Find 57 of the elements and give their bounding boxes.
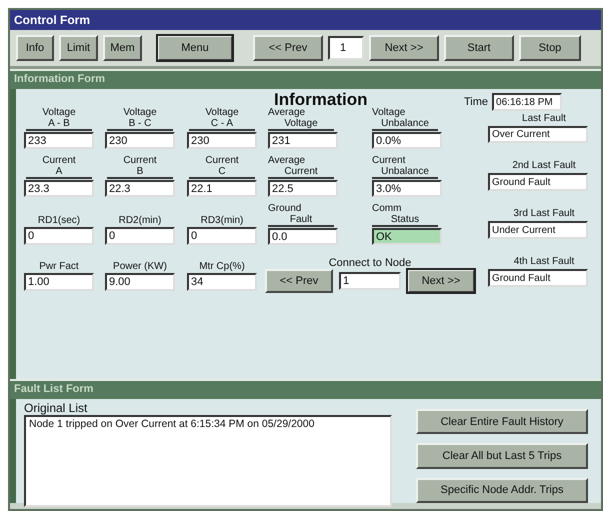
value-field[interactable]: 231 bbox=[268, 132, 338, 149]
next-button[interactable]: Next >> bbox=[407, 269, 475, 293]
window-title: Control Form bbox=[10, 10, 601, 30]
value-field[interactable]: 230 bbox=[105, 132, 175, 149]
value-field[interactable]: 0 bbox=[24, 227, 94, 245]
value-field[interactable]: 9.00 bbox=[105, 273, 175, 291]
fault-field[interactable]: Over Current bbox=[488, 126, 588, 143]
value-field[interactable]: 23.3 bbox=[24, 180, 94, 197]
list-label: Original List bbox=[24, 401, 88, 415]
fault-field[interactable]: Ground Fault bbox=[488, 269, 588, 287]
value-field[interactable]: 22.1 bbox=[187, 180, 257, 197]
fault-label: 4th Last Fault bbox=[514, 256, 574, 267]
value-field[interactable]: 22.3 bbox=[105, 180, 175, 197]
list-item[interactable]: Node 1 tripped on Over Current at 6:15:34 PM on 05/29/2000 bbox=[29, 418, 387, 430]
field-label: Mtr Cp(%) bbox=[198, 261, 246, 272]
fault-label: 3rd Last Fault bbox=[513, 208, 575, 219]
toolbar-button[interactable]: Stop bbox=[519, 35, 581, 61]
fault-label: 2nd Last Fault bbox=[512, 160, 576, 171]
fault-field[interactable]: Under Current bbox=[488, 221, 588, 239]
node-field[interactable]: 1 bbox=[339, 272, 401, 290]
toolbar-button[interactable]: Start bbox=[444, 35, 514, 61]
action-button[interactable]: Clear All but Last 5 Trips bbox=[416, 443, 588, 469]
value-field[interactable]: OK bbox=[372, 228, 442, 245]
fault-label: Last Fault bbox=[522, 113, 566, 124]
section-heading: Information bbox=[274, 91, 368, 107]
toolbar-button[interactable]: Limit bbox=[59, 35, 98, 61]
field-label: Connect to Node bbox=[328, 257, 412, 269]
field-label: Power (KW) bbox=[112, 261, 168, 272]
toolbar-button[interactable]: Mem bbox=[103, 35, 142, 61]
value-field[interactable]: 0 bbox=[105, 227, 175, 245]
time-label: Time bbox=[464, 96, 488, 108]
value-field[interactable]: 34 bbox=[187, 273, 257, 291]
value-field[interactable]: 230 bbox=[187, 132, 257, 149]
value-field[interactable]: 1.00 bbox=[24, 273, 94, 291]
value-field[interactable]: 3.0% bbox=[372, 180, 442, 197]
action-button[interactable]: Specific Node Addr. Trips bbox=[416, 478, 588, 503]
toolbar-button[interactable]: Next >> bbox=[369, 35, 439, 61]
form-title: Information Form bbox=[10, 69, 601, 89]
field-label: RD1(sec) bbox=[36, 215, 82, 226]
field-label: RD3(min) bbox=[200, 215, 244, 226]
prev-button[interactable]: << Prev bbox=[265, 269, 333, 293]
toolbar-button[interactable]: << Prev bbox=[253, 35, 323, 61]
page-field[interactable]: 1 bbox=[328, 36, 364, 60]
action-button[interactable]: Clear Entire Fault History bbox=[416, 409, 588, 434]
field-label: Pwr Fact bbox=[38, 261, 80, 272]
value-field[interactable]: 22.5 bbox=[268, 180, 338, 197]
toolbar-button[interactable]: Menu bbox=[157, 35, 233, 61]
value-field[interactable]: 0.0 bbox=[268, 228, 338, 245]
fault-field[interactable]: Ground Fault bbox=[488, 173, 588, 191]
toolbar-button[interactable]: Info bbox=[16, 35, 54, 61]
value-field[interactable]: 0 bbox=[187, 227, 257, 245]
value-field[interactable]: 233 bbox=[24, 132, 94, 149]
field-label: RD2(min) bbox=[118, 215, 162, 226]
fault-list[interactable]: Node 1 tripped on Over Current at 6:15:34 PM on 05/29/2000 bbox=[24, 415, 392, 507]
time-field[interactable]: 06:16:18 PM bbox=[492, 93, 562, 111]
form-title: Fault List Form bbox=[10, 379, 601, 399]
value-field[interactable]: 0.0% bbox=[372, 132, 442, 149]
